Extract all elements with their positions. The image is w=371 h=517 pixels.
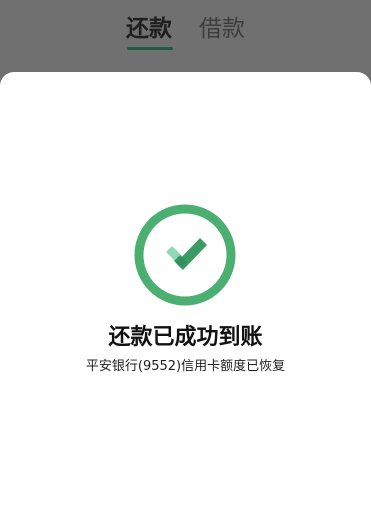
tab-repay[interactable]: 还款 (126, 15, 172, 43)
success-subtitle: 平安银行(9552)信用卡额度已恢复 (85, 359, 286, 374)
check-circle-icon (134, 204, 236, 306)
top-tab-bar: 还款 借款 (0, 0, 371, 72)
success-sheet: 还款已成功到账 平安银行(9552)信用卡额度已恢复 (0, 72, 371, 517)
active-tab-indicator (127, 47, 173, 50)
success-title: 还款已成功到账 (108, 325, 263, 350)
tab-borrow[interactable]: 借款 (199, 15, 245, 43)
payment-result-screen: 还款 借款 还款已成功到账 平安银行(9552)信用卡额度已恢复 (0, 0, 371, 517)
